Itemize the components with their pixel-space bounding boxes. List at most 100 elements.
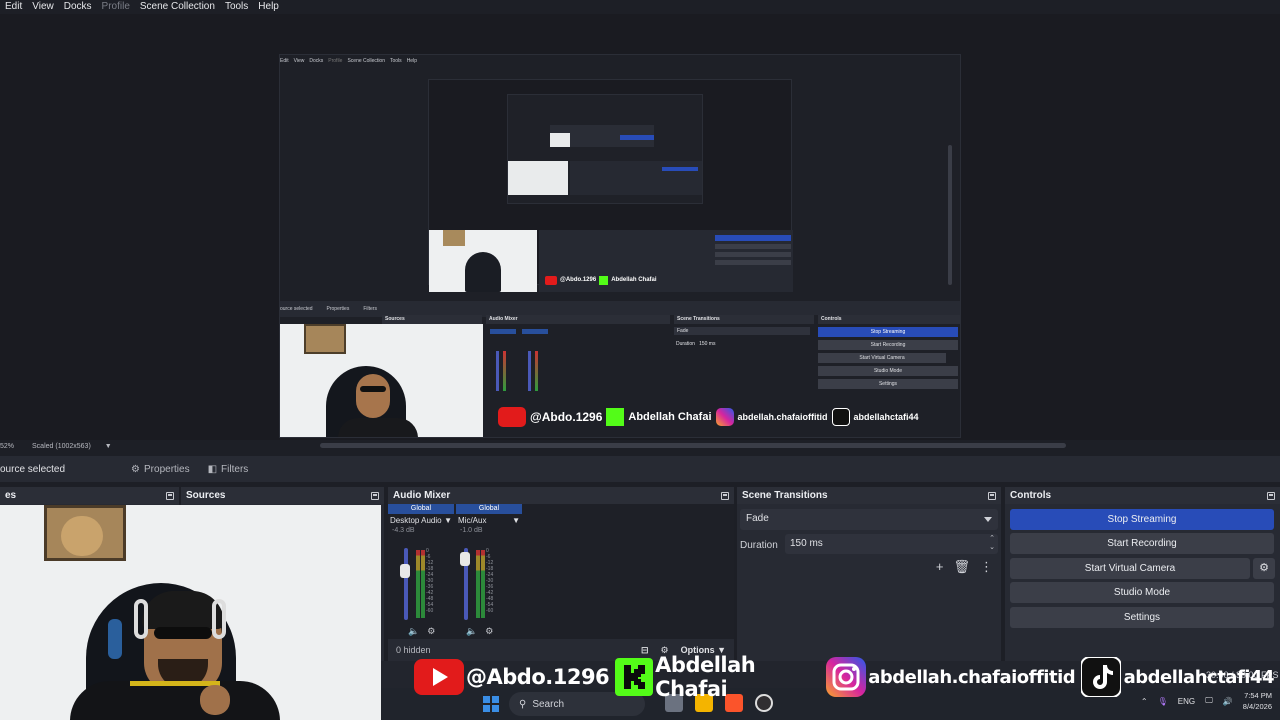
nested-banner-kick: Abdellah Chafai — [628, 411, 712, 423]
source-toolbar: ource selected ⚙ Properties ◧ Filters — [0, 456, 1280, 482]
duration-input[interactable]: 150 ms ⌃ ⌄ — [785, 534, 998, 554]
scale-mode-caret-icon[interactable]: ▼ — [105, 443, 112, 450]
stop-streaming-button[interactable]: Stop Streaming — [1010, 509, 1274, 530]
add-icon[interactable]: + — [936, 559, 944, 575]
chevron-down-icon[interactable]: ▼ — [444, 516, 452, 525]
nested-menu-item: Profile — [328, 58, 343, 64]
undock-icon[interactable] — [371, 491, 379, 500]
webcam-feed — [0, 505, 381, 720]
channel-mic-aux: Global Mic/Aux ▼ -1.0 dB 0 -6 -12 -18 -24 -30-… — [456, 504, 522, 639]
trash-icon[interactable]: 🗑 — [953, 559, 970, 575]
controls-header: Controls — [1005, 487, 1280, 504]
nested-menu-item: Help — [406, 58, 417, 64]
nested-webcam — [280, 324, 483, 437]
search-icon: ⚲ — [519, 698, 527, 710]
menu-scene-collection[interactable]: Scene Collection — [135, 0, 220, 14]
menu-view[interactable]: View — [27, 0, 59, 14]
menu-help[interactable]: Help — [253, 0, 284, 14]
speaker-icon[interactable]: 🔈 — [466, 626, 477, 637]
nested-scrollbar — [948, 145, 952, 285]
undock-icon[interactable] — [721, 491, 729, 500]
transition-type-select[interactable]: Fade — [740, 509, 998, 530]
nested-lower-banner: @Abdo.1296 Abdellah Chafai abdellah.chaf… — [498, 407, 919, 427]
nested-transitions-title: Scene Transitions — [674, 315, 814, 324]
menu-edit[interactable]: Edit — [0, 0, 27, 14]
scale-mode[interactable]: Scaled (1002x563) — [32, 443, 91, 450]
channel-name[interactable]: Mic/Aux ▼ — [456, 514, 522, 527]
nested-webcam-2 — [429, 230, 537, 292]
shirt — [70, 681, 280, 720]
windows-start-icon[interactable] — [483, 696, 499, 715]
duration-spinner[interactable]: ⌃ ⌄ — [989, 534, 995, 552]
meter-scale: 0 -6 -12 -18 -24 -30 -36 -42 -48 -54 -60 — [426, 548, 433, 614]
layout-icon[interactable]: ⊟ — [641, 645, 649, 656]
nested-menu-item: Tools — [390, 58, 402, 64]
audio-mixer-header: Audio Mixer — [388, 487, 734, 504]
volume-fader-knob[interactable] — [460, 551, 470, 566]
nested-menu-item: Docks — [309, 58, 324, 64]
menu-docks[interactable]: Docks — [59, 0, 97, 14]
sources-dock-header: Sources — [181, 487, 384, 504]
chevron-down-icon — [984, 517, 992, 522]
banner-kick-name: Abdellah Chafai — [655, 653, 756, 701]
meter-scale: 0 -6 -12 -18 -24 -30 -36 -42 -48 -54 -60 — [486, 548, 493, 614]
menu-bar: Edit View Docks Profile Scene Collection… — [0, 0, 1280, 14]
mixer-channels: Global Desktop Audio ▼ -4.3 dB 0 -6 -12 -18-… — [388, 504, 734, 639]
taskbar-search-label: Search — [532, 698, 565, 710]
undock-icon[interactable] — [988, 491, 996, 500]
properties-label: Properties — [144, 463, 190, 475]
nested-docks-3 — [570, 161, 702, 195]
volume-fader[interactable] — [404, 548, 408, 620]
audio-mixer-dock: Audio Mixer Global Desktop Audio ▼ -4.3 d… — [388, 487, 734, 661]
filter-icon: ◧ — [207, 463, 218, 475]
preview-status-strip: 52% Scaled (1002x563) ▼ — [0, 440, 1280, 452]
more-options-icon[interactable]: ⋮ — [980, 559, 993, 575]
filters-label: Filters — [221, 463, 249, 475]
preview-canvas[interactable]: Edit View Docks Profile Scene Collection… — [0, 14, 1280, 440]
filters-button[interactable]: ◧ Filters — [208, 464, 249, 475]
headphone-right — [212, 599, 226, 639]
channel-name[interactable]: Desktop Audio ▼ — [388, 514, 454, 527]
nested-mixer-title: Audio Mixer — [486, 315, 670, 324]
nested-menu-item: View — [293, 58, 305, 64]
preview-horizontal-scrollbar[interactable] — [320, 443, 1066, 448]
scenes-dock-header: es — [0, 487, 179, 504]
level-meter-right — [421, 550, 425, 618]
channel-volume-db: -4.3 dB — [392, 527, 415, 534]
volume-fader-knob[interactable] — [400, 563, 410, 578]
studio-mode-button[interactable]: Studio Mode — [1010, 582, 1274, 603]
channel-settings-icon[interactable]: ⚙ — [485, 626, 493, 637]
menu-tools[interactable]: Tools — [220, 0, 253, 14]
undock-icon[interactable] — [166, 491, 174, 500]
nested-filters: Filters — [363, 306, 377, 312]
sources-title: Sources — [186, 490, 226, 501]
start-recording-button[interactable]: Start Recording — [1010, 533, 1274, 554]
nested-banner-youtube: @Abdo.1296 — [530, 410, 603, 424]
menu-profile[interactable]: Profile — [97, 0, 135, 14]
virtual-camera-settings-icon[interactable]: ⚙ — [1253, 558, 1275, 579]
level-meter-right — [481, 550, 485, 618]
nested-webcam-3 — [508, 161, 568, 195]
start-virtual-camera-button[interactable]: Start Virtual Camera — [1010, 558, 1250, 579]
nested-preview-level4 — [550, 125, 654, 147]
chevron-down-icon[interactable]: ▼ — [512, 516, 520, 525]
social-banner-overlay: @Abdo.1296 Abdellah Chafai abdellah.chaf… — [414, 653, 1280, 701]
speaker-icon[interactable]: 🔈 — [408, 626, 419, 637]
transition-tools: + 🗑 ⋮ — [936, 559, 993, 575]
nested-menu-item: Scene Collection — [347, 58, 385, 64]
youtube-icon — [414, 657, 464, 697]
properties-button[interactable]: ⚙ Properties — [131, 464, 190, 475]
nested-properties: Properties — [326, 306, 350, 312]
audio-mixer-title: Audio Mixer — [393, 490, 451, 501]
channel-controls: 🔈 ⚙ — [466, 626, 493, 637]
banner-youtube-handle: @Abdo.1296 — [466, 665, 610, 689]
channel-global-badge: Global — [388, 504, 454, 514]
scene-transitions-header: Scene Transitions — [737, 487, 1001, 504]
channel-settings-icon[interactable]: ⚙ — [427, 626, 435, 637]
settings-button[interactable]: Settings — [1010, 607, 1274, 628]
tiktok-icon — [1081, 657, 1122, 697]
hidden-count: 0 hidden — [396, 645, 431, 655]
level-meter-left — [476, 550, 480, 618]
undock-icon[interactable] — [1267, 491, 1275, 500]
nested-fade: Fade — [674, 327, 810, 335]
